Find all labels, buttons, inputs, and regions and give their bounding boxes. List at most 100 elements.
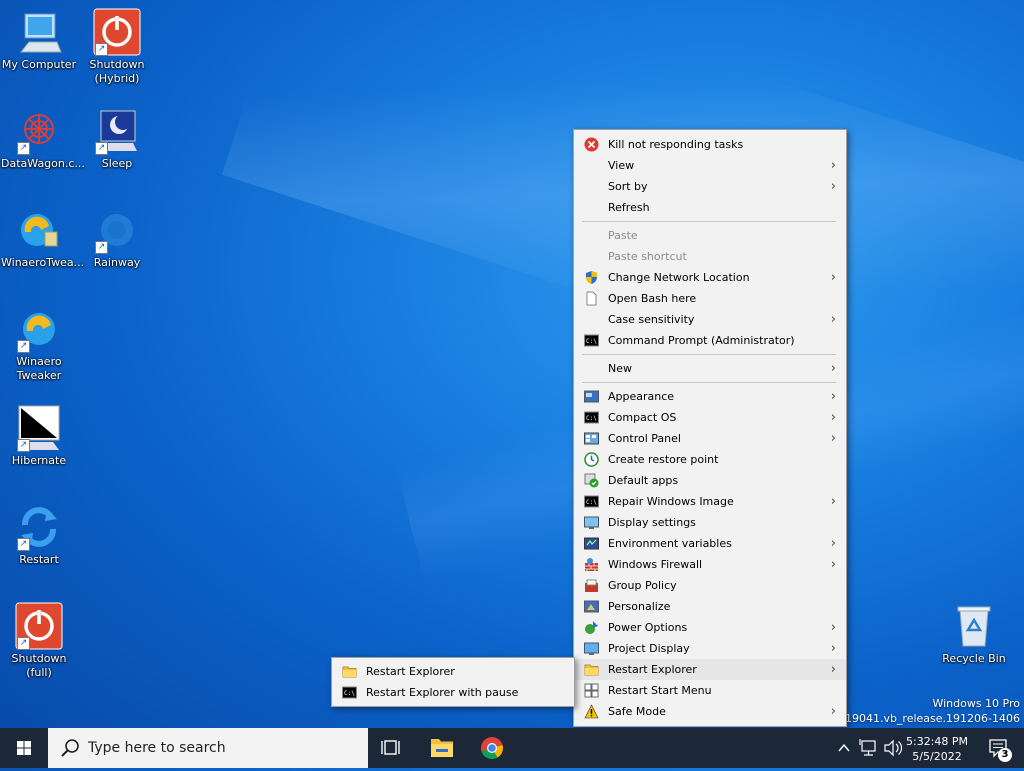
desktop-icon-label: Sleep (101, 157, 133, 170)
menu-item-compact-os[interactable]: C:\ Compact OS › (574, 407, 846, 428)
chevron-right-icon: › (830, 410, 836, 425)
menu-item-sort-by[interactable]: Sort by › (574, 176, 846, 197)
menu-item-create-restore-point[interactable]: Create restore point (574, 449, 846, 470)
menu-item-refresh[interactable]: Refresh (574, 197, 846, 218)
desktop-icon-rainway[interactable]: ↗ Rainway (79, 206, 155, 270)
menu-separator (582, 221, 836, 222)
env-vars-icon (584, 537, 599, 550)
menu-item-display-settings[interactable]: Display settings (574, 512, 846, 533)
task-view-button[interactable] (368, 728, 416, 768)
menu-item-label: Case sensitivity (608, 313, 695, 326)
menu-item-label: Personalize (608, 600, 671, 613)
chevron-up-icon (838, 743, 850, 752)
menu-item-environment-variables[interactable]: Environment variables › (574, 533, 846, 554)
desktop-icon-label: Shutdown (full) (11, 652, 67, 679)
menu-item-power-options[interactable]: Power Options › (574, 617, 846, 638)
restart-icon: ↗ (15, 503, 63, 551)
shortcut-arrow-icon: ↗ (17, 637, 30, 650)
menu-item-label: Default apps (608, 474, 679, 487)
network-icon (859, 739, 876, 756)
menu-item-project-display[interactable]: Project Display › (574, 638, 846, 659)
desktop-icon-label: Rainway (93, 256, 141, 269)
shortcut-arrow-icon: ↗ (17, 340, 30, 353)
menu-item-open-bash-here[interactable]: Open Bash here (574, 288, 846, 309)
menu-item-label: Refresh (608, 201, 650, 214)
desktop-icon-restart[interactable]: ↗ Restart (1, 503, 77, 567)
taskbar: Type here to search 5:32:48 PM 5/5/2022 … (0, 728, 1024, 768)
desktop-icon-shutdown-hybrid[interactable]: ↗ Shutdown (Hybrid) (79, 8, 155, 86)
file-explorer-taskbar-button[interactable] (418, 728, 466, 768)
menu-item-restart-explorer[interactable]: Restart Explorer › (574, 659, 846, 680)
clock-date: 5/5/2022 (912, 750, 962, 763)
menu-item-view[interactable]: View › (574, 155, 846, 176)
cmd-icon: C:\ (342, 686, 357, 699)
chevron-right-icon: › (830, 494, 836, 509)
menu-item-label: Paste (608, 229, 638, 242)
chrome-icon (481, 737, 503, 760)
menu-item-label: Group Policy (608, 579, 677, 592)
datawagon-icon: ↗ (15, 107, 63, 155)
menu-item-windows-firewall[interactable]: Windows Firewall › (574, 554, 846, 575)
submenu-item-restart-explorer[interactable]: Restart Explorer (332, 661, 574, 682)
network-tray-button[interactable] (858, 728, 880, 768)
menu-item-label: Create restore point (608, 453, 719, 466)
desktop-icon-label: Recycle Bin (942, 652, 1006, 665)
folder-icon (431, 739, 453, 757)
chevron-right-icon: › (830, 179, 836, 194)
desktop-icon-datawagon[interactable]: ↗ DataWagon.c... (1, 107, 85, 171)
menu-item-kill-not-responding[interactable]: Kill not responding tasks (574, 134, 846, 155)
project-display-icon (584, 642, 599, 655)
svg-text:C:\: C:\ (586, 499, 597, 506)
menu-item-command-prompt-admin[interactable]: C:\ Command Prompt (Administrator) (574, 330, 846, 351)
desktop-icon-my-computer[interactable]: My Computer (1, 8, 77, 72)
menu-item-default-apps[interactable]: Default apps (574, 470, 846, 491)
menu-item-personalize[interactable]: Personalize (574, 596, 846, 617)
menu-item-new[interactable]: New › (574, 358, 846, 379)
cmd-icon: C:\ (584, 495, 599, 508)
desktop-icon-shutdown-full[interactable]: ↗ Shutdown (full) (1, 602, 77, 680)
menu-item-label: Open Bash here (608, 292, 697, 305)
control-panel-icon (584, 432, 599, 445)
desktop-icon-hibernate[interactable]: ↗ Hibernate (1, 404, 77, 468)
menu-item-safe-mode[interactable]: Safe Mode › (574, 701, 846, 722)
menu-item-appearance[interactable]: Appearance › (574, 386, 846, 407)
start-button[interactable] (0, 728, 48, 768)
menu-item-label: Project Display (608, 642, 690, 655)
menu-item-label: Restart Start Menu (608, 684, 712, 697)
document-icon (586, 291, 597, 306)
menu-item-case-sensitivity[interactable]: Case sensitivity › (574, 309, 846, 330)
chevron-right-icon: › (830, 431, 836, 446)
taskbar-search-box[interactable]: Type here to search (48, 728, 368, 768)
menu-item-change-network-location[interactable]: Change Network Location › (574, 267, 846, 288)
desktop-icon-winaerotweaker-shortcut[interactable]: WinaeroTwea... (1, 206, 84, 270)
menu-item-group-policy[interactable]: Group Policy (574, 575, 846, 596)
taskbar-clock[interactable]: 5:32:48 PM 5/5/2022 (892, 732, 982, 764)
chrome-taskbar-button[interactable] (468, 728, 516, 768)
menu-item-label: Sort by (608, 180, 648, 193)
power-options-icon (585, 621, 598, 634)
chevron-right-icon: › (830, 536, 836, 551)
menu-item-label: Safe Mode (608, 705, 666, 718)
desktop-icon-label: Shutdown (Hybrid) (89, 58, 145, 85)
desktop-icon-recycle-bin[interactable]: Recycle Bin (936, 602, 1012, 666)
shortcut-arrow-icon: ↗ (17, 439, 30, 452)
chevron-right-icon: › (830, 641, 836, 656)
power-icon: ↗ (15, 602, 63, 650)
desktop-icon-winaero-tweaker[interactable]: ↗ Winaero Tweaker (1, 305, 77, 383)
menu-item-repair-windows-image[interactable]: C:\ Repair Windows Image › (574, 491, 846, 512)
show-hidden-icons-button[interactable] (834, 728, 854, 768)
submenu-item-restart-explorer-with-pause[interactable]: C:\ Restart Explorer with pause (332, 682, 574, 703)
menu-item-label: Appearance (608, 390, 675, 403)
submenu-item-label: Restart Explorer with pause (366, 686, 519, 699)
menu-item-label: Kill not responding tasks (608, 138, 744, 151)
windows-logo-icon (17, 741, 31, 755)
menu-item-label: Control Panel (608, 432, 681, 445)
menu-item-restart-start-menu[interactable]: Restart Start Menu (574, 680, 846, 701)
desktop-icon-sleep[interactable]: ↗ Sleep (79, 107, 155, 171)
action-center-button[interactable]: 3 (980, 728, 1020, 768)
shortcut-arrow-icon: ↗ (95, 43, 108, 56)
menu-item-label: Command Prompt (Administrator) (608, 334, 795, 347)
task-view-icon (381, 740, 400, 755)
chevron-right-icon: › (830, 312, 836, 327)
menu-item-control-panel[interactable]: Control Panel › (574, 428, 846, 449)
